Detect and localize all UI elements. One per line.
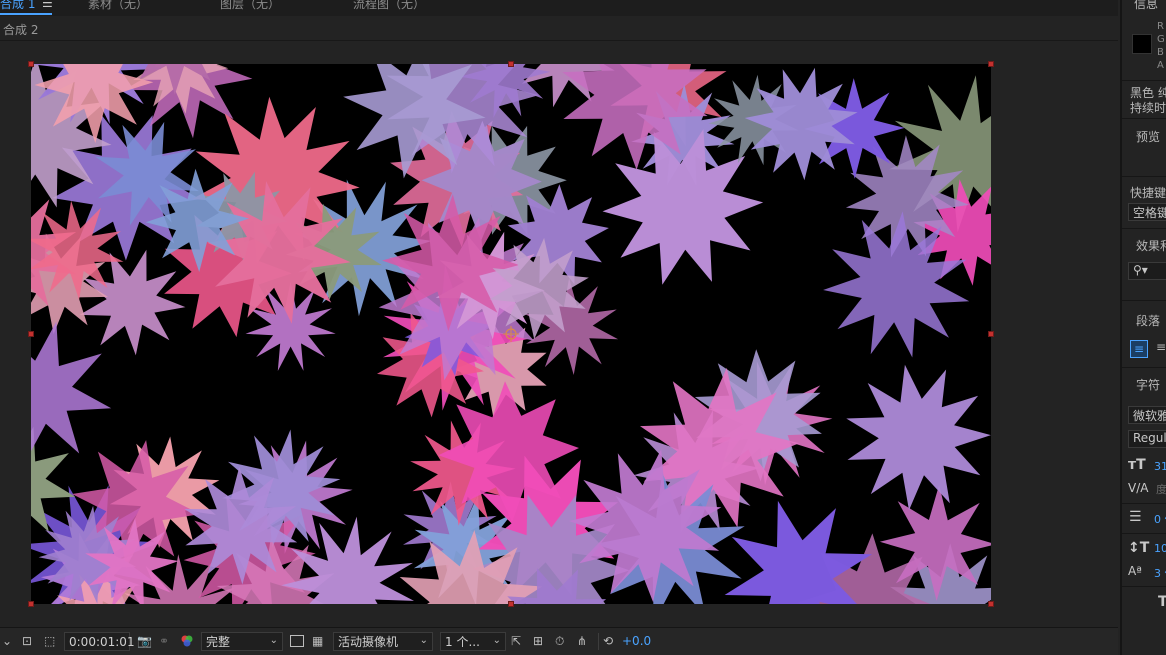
panel-menu-icon[interactable]: ☰ [42,0,53,10]
composition-navigator: 合成 2 [0,17,1118,41]
stroke-width-value[interactable]: 0 像 [1154,511,1166,527]
panel-divider [1122,503,1166,504]
viewer-toolbar: ⌄ ⊡ ⬚ 0:00:01:01 📷 ⚭ 完整 ⌄ ▦ 活动摄像机 ⌄ 1 个.… [0,627,1118,655]
shortcut-label: 快捷键 [1130,186,1166,200]
tab-footage[interactable]: 素材（无） [88,0,148,12]
show-snapshot-icon[interactable]: ⚭ [159,632,169,650]
baseline-shift-value[interactable]: 3 像 [1154,565,1166,581]
fast-previews-icon[interactable] [290,632,304,650]
panel-divider [1122,586,1166,587]
align-left-icon[interactable]: ≡ [1130,340,1148,358]
chevron-down-icon: ⌄ [269,635,278,646]
effects-search-field[interactable]: ⚲▾ [1128,262,1166,280]
transparency-grid-icon[interactable]: ⬚ [44,632,55,650]
bounding-handle-bottom-right[interactable] [988,601,994,607]
chevron-down-icon[interactable]: ⌄ [2,632,12,650]
toggle-transparency-grid-icon[interactable]: ▦ [312,632,323,650]
region-of-interest-icon[interactable]: ⊡ [22,632,32,650]
active-tab-indicator [0,13,52,15]
alpha-label: A [1157,60,1164,71]
render-settings-icon[interactable]: ⊞ [533,632,543,650]
panel-divider [1122,176,1166,177]
red-label: R [1157,21,1164,32]
faux-bold-icon[interactable]: T [1158,594,1166,610]
timeline-icon[interactable]: ⏱ [555,632,564,650]
kerning-value[interactable]: 度 [1156,481,1166,497]
camera-view-value: 活动摄像机 [338,635,399,649]
blue-label: B [1157,47,1164,58]
bounding-handle-top-left[interactable] [28,61,34,67]
vertical-scale-value[interactable]: 100 [1154,542,1166,555]
stroke-width-icon: ☰ [1129,509,1142,525]
tab-flowchart[interactable]: 流程图（无） [353,0,425,12]
panel-divider [1122,80,1166,81]
exposure-value[interactable]: +0.0 [622,632,651,650]
panel-divider [1122,228,1166,229]
reset-exposure-icon[interactable]: ⟲ [603,632,613,650]
timecode-field[interactable]: 0:00:01:01 [64,632,135,651]
info-panel-title[interactable]: 信息 [1134,0,1158,12]
composition-canvas[interactable] [31,64,991,604]
bounding-handle-top-center[interactable] [508,61,514,67]
tab-composition-1[interactable]: 合成 1 [0,0,35,12]
chevron-down-icon: ⌄ [492,635,501,646]
panel-divider [1122,300,1166,301]
baseline-shift-icon: Aª [1128,564,1142,578]
composition-tabbar: 合成 1 ☰ 素材（无） 图层（无） 流程图（无） [0,0,1118,16]
resolution-select[interactable]: 完整 ⌄ [201,632,283,651]
snapshot-camera-icon[interactable]: 📷 [137,632,152,650]
paragraph-panel-title[interactable]: 段落 [1136,312,1160,329]
chevron-down-icon: ⌄ [419,635,428,646]
green-label: G [1157,34,1165,45]
composition-viewer[interactable] [0,42,1118,626]
composition-panel: 合成 1 ☰ 素材（无） 图层（无） 流程图（无） 合成 2 ⌄ ⊡ ⬚ 0:0… [0,0,1118,655]
font-family-select[interactable]: 微软雅 [1128,406,1166,424]
right-panels: 信息 R G B A 黑色 纯 持续时 预览 快捷键 空格键 效果和 ⚲▾ 段落… [1120,0,1166,655]
panel-divider [1122,367,1166,368]
color-channels-icon[interactable] [180,632,194,650]
effects-presets-title[interactable]: 效果和 [1136,237,1166,254]
view-layout-select[interactable]: 1 个... ⌄ [440,632,506,651]
shortcut-select[interactable]: 空格键 [1128,203,1166,221]
character-panel-title[interactable]: 字符 [1136,376,1160,393]
align-center-icon[interactable]: ≡ [1156,340,1166,354]
breadcrumb[interactable]: 合成 2 [3,21,38,38]
duration-text: 持续时 [1130,101,1166,115]
bounding-handle-middle-left[interactable] [28,331,34,337]
font-size-value[interactable]: 31 [1154,460,1166,473]
search-icon: ⚲▾ [1133,263,1148,277]
preview-panel-title[interactable]: 预览 [1136,128,1160,145]
bounding-handle-top-right[interactable] [988,61,994,67]
toggle-pixel-aspect-icon[interactable]: ⇱ [511,632,521,650]
flowchart-icon[interactable]: ⋔ [577,632,587,650]
view-layout-value: 1 个... [445,635,480,649]
vertical-scale-icon: ↕T [1128,540,1150,556]
camera-view-select[interactable]: 活动摄像机 ⌄ [333,632,433,651]
resolution-value: 完整 [206,635,231,649]
bounding-handle-bottom-left[interactable] [28,601,34,607]
font-size-icon: ᴛT [1128,457,1146,473]
toolbar-divider [598,633,599,650]
font-style-select[interactable]: Regula [1128,430,1166,448]
panel-divider [1122,118,1166,119]
panel-divider [1122,533,1166,534]
kerning-icon: V/A [1128,481,1149,495]
bounding-handle-bottom-center[interactable] [508,601,514,607]
tab-layer[interactable]: 图层（无） [220,0,280,12]
color-swatch [1132,34,1152,54]
bounding-handle-middle-right[interactable] [988,331,994,337]
